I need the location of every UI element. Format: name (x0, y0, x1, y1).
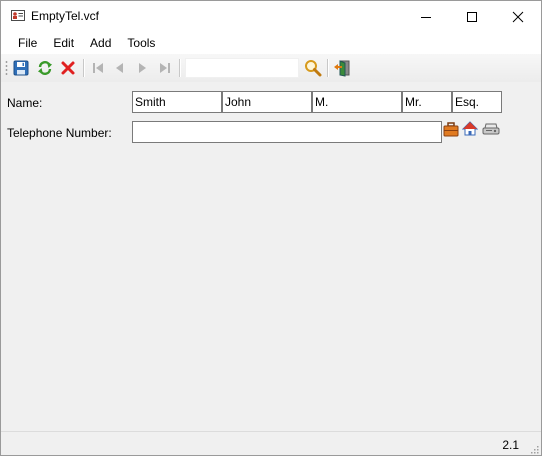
search-button[interactable] (303, 58, 323, 78)
version-label: 2.1 (502, 438, 519, 452)
refresh-icon (38, 61, 52, 75)
first-record-button[interactable] (88, 58, 108, 78)
save-button[interactable] (11, 58, 31, 78)
toolbar-separator (179, 59, 181, 77)
vcard-icon (11, 10, 25, 21)
toolbar-grip[interactable] (5, 60, 8, 76)
toolbar-separator (83, 59, 85, 77)
menu-add[interactable]: Add (82, 32, 119, 54)
menu-bar: File Edit Add Tools (1, 32, 541, 54)
maximize-icon (467, 11, 477, 22)
search-icon (305, 60, 322, 77)
prefix-field[interactable]: Mr. (402, 91, 452, 113)
next-record-button[interactable] (132, 58, 152, 78)
minimize-button[interactable] (403, 1, 449, 32)
telephone-field[interactable] (132, 121, 442, 143)
title-bar[interactable]: EmptyTel.vcf (1, 1, 541, 32)
work-phone-type-button[interactable] (442, 120, 460, 138)
suffix-field[interactable]: Esq. (452, 91, 502, 113)
refresh-button[interactable] (35, 58, 55, 78)
close-button[interactable] (495, 1, 541, 32)
minimize-icon (421, 16, 431, 18)
telephone-label: Telephone Number: (7, 126, 112, 140)
exit-button[interactable] (332, 58, 352, 78)
status-bar: 2.1 (1, 431, 541, 455)
first-record-icon (93, 63, 103, 73)
previous-record-icon (116, 63, 123, 73)
menu-edit[interactable]: Edit (45, 32, 82, 54)
save-icon (13, 60, 29, 76)
work-briefcase-icon (443, 122, 459, 137)
menu-tools[interactable]: Tools (119, 32, 163, 54)
home-phone-type-button[interactable] (461, 120, 479, 138)
name-label: Name: (7, 96, 43, 110)
family-name-field[interactable]: Smith (132, 91, 222, 113)
application-window: EmptyTel.vcf File Edit Add Tools Name: S… (0, 0, 542, 456)
given-name-field[interactable]: John (222, 91, 312, 113)
window-title: EmptyTel.vcf (31, 9, 100, 23)
next-record-icon (139, 63, 146, 73)
maximize-button[interactable] (449, 1, 495, 32)
close-icon (512, 11, 524, 22)
middle-name-field[interactable]: M. (312, 91, 402, 113)
exit-icon (334, 60, 350, 77)
menu-file[interactable]: File (10, 32, 45, 54)
resize-grip-icon[interactable] (529, 444, 539, 454)
previous-record-button[interactable] (110, 58, 130, 78)
home-house-icon (462, 121, 478, 136)
last-record-button[interactable] (155, 58, 175, 78)
delete-icon (61, 61, 75, 75)
delete-button[interactable] (58, 58, 78, 78)
toolbar (1, 54, 541, 82)
fax-phone-type-button[interactable] (482, 120, 500, 138)
toolbar-separator (327, 59, 329, 77)
fax-machine-icon (482, 123, 500, 135)
search-input[interactable] (185, 58, 299, 78)
last-record-icon (160, 63, 170, 73)
